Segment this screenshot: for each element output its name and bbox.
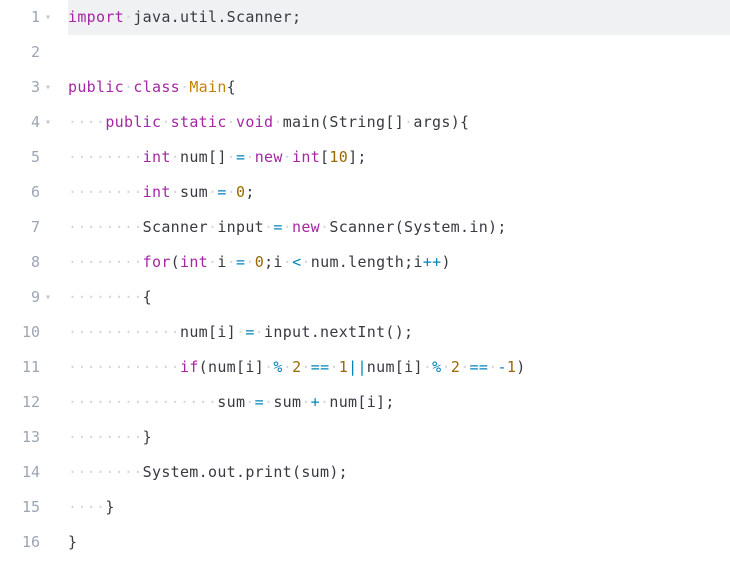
keyword-import: import — [68, 8, 124, 26]
import-path: java.util.Scanner — [133, 8, 292, 26]
var-num: num — [180, 148, 208, 166]
var-sum: sum — [301, 463, 329, 481]
line-number: 11 — [0, 350, 40, 385]
keyword-int: int — [292, 148, 320, 166]
keyword-class: class — [133, 78, 180, 96]
type-scanner: Scanner — [329, 218, 394, 236]
method-name: main — [283, 113, 320, 131]
code-line: ············num[i]·=·input.nextInt(); — [68, 315, 730, 350]
keyword-public: public — [68, 78, 124, 96]
var-input: input — [217, 218, 264, 236]
var-num: num — [367, 358, 395, 376]
method-print: print — [245, 463, 292, 481]
line-number: 15 — [0, 490, 40, 525]
number-literal: 0 — [255, 253, 264, 271]
var-input: input — [264, 323, 311, 341]
line-number: 9▾ — [0, 280, 40, 315]
fold-marker-icon[interactable]: ▾ — [42, 0, 54, 35]
code-line: ········{ — [68, 280, 730, 315]
keyword-new: new — [255, 148, 283, 166]
code-area[interactable]: import·java.util.Scanner; public·class·M… — [48, 0, 730, 560]
code-line: ············if(num[i]·%·2·==·1||num[i]·%… — [68, 350, 730, 385]
keyword-int: int — [180, 253, 208, 271]
code-editor: 1▾ 2 3▾ 4▾ 5 6 7 8 9▾ 10 11 12 13 14 15 … — [0, 0, 730, 560]
keyword-public: public — [105, 113, 161, 131]
var-sum: sum — [217, 393, 245, 411]
var-num: num — [208, 358, 236, 376]
number-literal: 1 — [507, 358, 516, 376]
type-scanner: Scanner — [143, 218, 208, 236]
line-number: 3▾ — [0, 70, 40, 105]
method-nextint: nextInt — [320, 323, 385, 341]
line-number: 12 — [0, 385, 40, 420]
line-number: 1▾ — [0, 0, 40, 35]
number-literal: 2 — [451, 358, 460, 376]
fold-marker-icon[interactable]: ▾ — [42, 70, 54, 105]
keyword-void: void — [236, 113, 273, 131]
var-i: i — [367, 393, 376, 411]
line-number: 10 — [0, 315, 40, 350]
var-sum: sum — [180, 183, 208, 201]
number-literal: 0 — [236, 183, 245, 201]
code-line: import·java.util.Scanner; — [68, 0, 730, 35]
field-out: out — [208, 463, 236, 481]
line-number: 8 — [0, 245, 40, 280]
keyword-if: if — [180, 358, 199, 376]
param-args: args — [413, 113, 450, 131]
line-number: 4▾ — [0, 105, 40, 140]
code-line: ········System.out.print(sum); — [68, 455, 730, 490]
number-literal: 10 — [329, 148, 348, 166]
line-number: 2 — [0, 35, 40, 70]
keyword-int: int — [143, 183, 171, 201]
code-line: } — [68, 525, 730, 560]
line-number: 16 — [0, 525, 40, 560]
code-line: ········Scanner·input·=·new·Scanner(Syst… — [68, 210, 730, 245]
var-i: i — [217, 323, 226, 341]
keyword-int: int — [143, 148, 171, 166]
keyword-static: static — [171, 113, 227, 131]
var-i: i — [245, 358, 254, 376]
number-literal: 1 — [339, 358, 348, 376]
code-line: public·class·Main{ — [68, 70, 730, 105]
code-line: ········int·sum·=·0; — [68, 175, 730, 210]
code-line — [68, 35, 730, 70]
number-literal: 2 — [292, 358, 301, 376]
line-number: 14 — [0, 455, 40, 490]
var-i: i — [273, 253, 282, 271]
line-number: 6 — [0, 175, 40, 210]
fold-marker-icon[interactable]: ▾ — [42, 105, 54, 140]
code-line: ····public·static·void·main(String[]·arg… — [68, 105, 730, 140]
field-length: length — [348, 253, 404, 271]
keyword-new: new — [292, 218, 320, 236]
var-num: num — [180, 323, 208, 341]
line-number-gutter: 1▾ 2 3▾ 4▾ 5 6 7 8 9▾ 10 11 12 13 14 15 … — [0, 0, 48, 560]
line-number: 13 — [0, 420, 40, 455]
var-sum: sum — [273, 393, 301, 411]
code-line: ········int·num[]·=·new·int[10]; — [68, 140, 730, 175]
var-num: num — [311, 253, 339, 271]
var-num: num — [329, 393, 357, 411]
class-name: Main — [189, 78, 226, 96]
type-string: String — [329, 113, 385, 131]
line-number: 5 — [0, 140, 40, 175]
line-number: 7 — [0, 210, 40, 245]
var-i: i — [217, 253, 226, 271]
fold-marker-icon[interactable]: ▾ — [42, 280, 54, 315]
field-in: in — [469, 218, 488, 236]
var-i: i — [413, 253, 422, 271]
class-system: System — [143, 463, 199, 481]
keyword-for: for — [143, 253, 171, 271]
code-line: ········for(int·i·=·0;i·<·num.length;i++… — [68, 245, 730, 280]
code-line: ········} — [68, 420, 730, 455]
class-system: System — [404, 218, 460, 236]
code-line: ················sum·=·sum·+·num[i]; — [68, 385, 730, 420]
code-line: ····} — [68, 490, 730, 525]
